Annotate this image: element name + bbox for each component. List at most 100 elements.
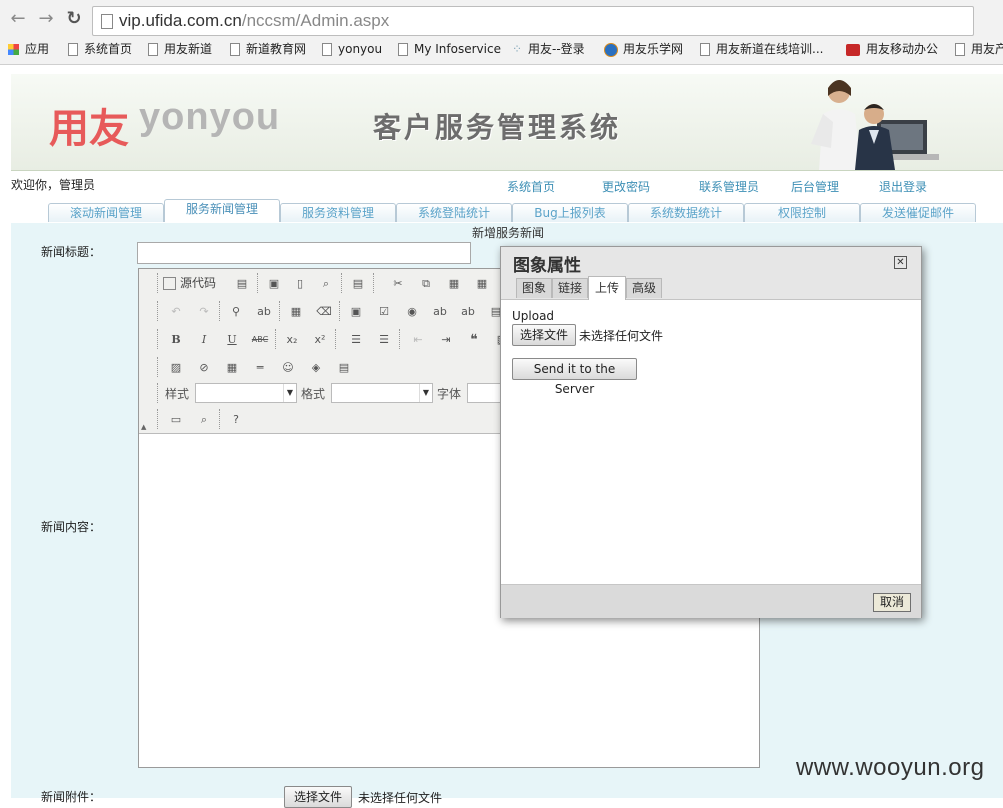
bookmark-label: 用友产 [971, 42, 1003, 56]
blockquote-icon[interactable]: ❝ [463, 329, 485, 351]
cancel-button[interactable]: 取消 [873, 593, 911, 612]
toolbar-grip [373, 273, 377, 293]
tab-service-news[interactable]: 服务新闻管理 [164, 199, 280, 222]
bookmark-item[interactable]: ⁘ 用友--登录 [512, 40, 585, 58]
bookmark-label: yonyou [338, 42, 383, 56]
page-break-icon[interactable]: ▤ [333, 357, 355, 379]
source-code-button[interactable]: 源代码 [163, 273, 225, 293]
link-home[interactable]: 系统首页 [507, 178, 555, 195]
copy-icon[interactable]: ⧉ [415, 273, 437, 295]
image-icon[interactable]: ▨ [165, 357, 187, 379]
paste-icon[interactable]: ▦ [443, 273, 465, 295]
close-icon[interactable]: ✕ [894, 256, 907, 269]
dialog-tab-advanced[interactable]: 高级 [626, 278, 662, 298]
bookmark-item[interactable]: yonyou [322, 40, 382, 58]
bold-icon[interactable]: B [165, 329, 187, 351]
underline-icon[interactable]: U [221, 329, 243, 351]
tab-send-reminder[interactable]: 发送催促邮件 [860, 203, 976, 222]
select-all-icon[interactable]: ▦ [285, 301, 307, 323]
toolbar-grip [275, 329, 279, 349]
tab-permissions[interactable]: 权限控制 [744, 203, 860, 222]
help-icon[interactable]: ? [225, 409, 247, 431]
forward-icon[interactable]: → [36, 9, 56, 29]
tab-data-stats[interactable]: 系统数据统计 [628, 203, 744, 222]
news-title-input[interactable] [137, 242, 471, 264]
remove-format-icon[interactable]: ⌫ [313, 301, 335, 323]
globe-icon [604, 42, 618, 57]
content-label: 新闻内容： [41, 520, 102, 534]
bookmark-item[interactable]: 用友新道 [148, 40, 212, 58]
subscript-icon[interactable]: x₂ [281, 329, 303, 351]
choose-file-button[interactable]: 选择文件 [512, 324, 576, 346]
new-page-icon[interactable]: ▯ [289, 273, 311, 295]
templates-icon[interactable]: ▤ [231, 273, 253, 295]
browser-topbar: ← → ↻ vip.ufida.com.cn/nccsm/Admin.aspx [0, 0, 1003, 38]
toolbar-grip [157, 357, 161, 377]
attachment-choose-file-button[interactable]: 选择文件 [284, 786, 352, 808]
preview-icon[interactable]: ⌕ [315, 273, 337, 295]
textarea-icon[interactable]: ab [457, 301, 479, 323]
checkbox-icon[interactable]: ☑ [373, 301, 395, 323]
style-select[interactable]: ▼ [195, 383, 297, 403]
tab-bug-list[interactable]: Bug上报列表 [512, 203, 628, 222]
cut-icon[interactable]: ✂ [387, 273, 409, 295]
back-icon[interactable]: ← [8, 9, 28, 29]
link-change-password[interactable]: 更改密码 [602, 178, 650, 195]
smiley-icon[interactable]: ☺ [277, 357, 299, 379]
send-to-server-button[interactable]: Send it to the Server [512, 358, 637, 396]
bookmark-label: 新道教育网 [246, 42, 307, 56]
address-bar[interactable]: vip.ufida.com.cn/nccsm/Admin.aspx [92, 6, 974, 36]
source-icon [163, 277, 176, 290]
superscript-icon[interactable]: x² [309, 329, 331, 351]
bookmark-apps[interactable]: 应用 [8, 40, 49, 58]
replace-icon[interactable]: ab [253, 301, 275, 323]
strike-icon[interactable]: ABC [249, 329, 271, 351]
toolbar-grip [219, 301, 223, 321]
tab-login-stats[interactable]: 系统登陆统计 [396, 203, 512, 222]
bookmark-label: 系统首页 [84, 42, 133, 56]
bookmark-item[interactable]: 用友新道在线培训... [700, 40, 823, 58]
undo-icon[interactable]: ↶ [165, 301, 187, 323]
bulleted-list-icon[interactable]: ☰ [373, 329, 395, 351]
flash-icon[interactable]: ⊘ [193, 357, 215, 379]
find-icon[interactable]: ⚲ [225, 301, 247, 323]
link-backend[interactable]: 后台管理 [791, 178, 839, 195]
bookmark-item[interactable]: 用友产 [955, 40, 1003, 58]
document-icon[interactable]: ▤ [347, 273, 369, 295]
collapse-toolbar-icon[interactable]: ▲ [141, 423, 146, 431]
page-icon [148, 43, 158, 56]
bookmark-label: 应用 [25, 42, 50, 56]
numbered-list-icon[interactable]: ☰ [345, 329, 367, 351]
link-contact-admin[interactable]: 联系管理员 [699, 178, 759, 195]
show-blocks-icon[interactable]: ⌕ [193, 409, 215, 431]
special-char-icon[interactable]: ◈ [305, 357, 327, 379]
format-select[interactable]: ▼ [331, 383, 433, 403]
font-select[interactable] [467, 383, 503, 403]
indent-icon[interactable]: ⇥ [435, 329, 457, 351]
textfield-icon[interactable]: ab [429, 301, 451, 323]
bookmark-item[interactable]: 系统首页 [68, 40, 132, 58]
dialog-tab-upload[interactable]: 上传 [588, 276, 626, 300]
paste-text-icon[interactable]: ▦ [471, 273, 493, 295]
dialog-tab-link[interactable]: 链接 [552, 278, 588, 298]
toolbar-grip [157, 301, 161, 321]
bookmark-label: My Infoservice [414, 42, 501, 56]
dialog-tab-image[interactable]: 图象 [516, 278, 552, 298]
table-icon[interactable]: ▦ [221, 357, 243, 379]
bookmark-item[interactable]: My Infoservice [398, 40, 501, 58]
bookmark-item[interactable]: 用友移动办公 [846, 40, 938, 58]
bookmark-item[interactable]: 新道教育网 [230, 40, 306, 58]
tab-scroll-news[interactable]: 滚动新闻管理 [48, 203, 164, 222]
reload-icon[interactable]: ↻ [64, 9, 84, 29]
save-icon[interactable]: ▣ [263, 273, 285, 295]
bookmark-item[interactable]: 用友乐学网 [604, 40, 683, 58]
form-icon[interactable]: ▣ [345, 301, 367, 323]
link-logout[interactable]: 退出登录 [879, 178, 927, 195]
horizontal-rule-icon[interactable]: ═ [249, 357, 271, 379]
outdent-icon[interactable]: ⇤ [407, 329, 429, 351]
radio-icon[interactable]: ◉ [401, 301, 423, 323]
tab-service-docs[interactable]: 服务资料管理 [280, 203, 396, 222]
italic-icon[interactable]: I [193, 329, 215, 351]
redo-icon[interactable]: ↷ [193, 301, 215, 323]
maximize-icon[interactable]: ▭ [165, 409, 187, 431]
